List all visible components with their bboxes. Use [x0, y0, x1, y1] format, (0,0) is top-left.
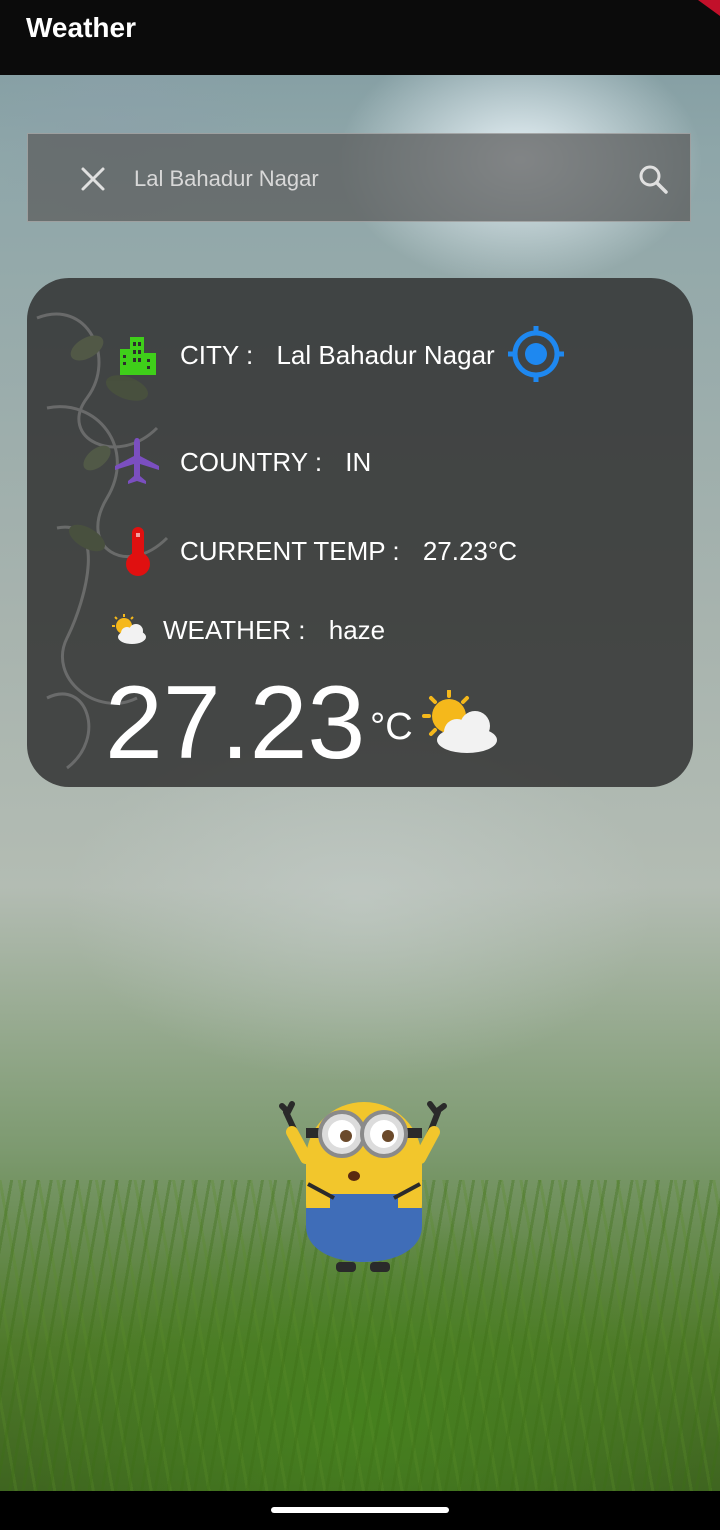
system-navigation-bar — [0, 1491, 720, 1530]
debug-banner-corner — [698, 0, 720, 16]
thermometer-icon — [126, 527, 150, 576]
country-label: COUNTRY : — [180, 447, 323, 477]
temp-value: 27.23°C — [422, 536, 518, 566]
minion-illustration — [279, 1101, 447, 1272]
temperature-unit: °C — [370, 706, 413, 748]
country-row: COUNTRY : IN — [180, 447, 371, 478]
temp-label: CURRENT TEMP : — [180, 536, 400, 566]
search-icon[interactable] — [636, 162, 670, 196]
close-icon[interactable] — [78, 164, 108, 194]
weather-value: haze — [328, 615, 386, 645]
weather-card: CITY : Lal Bahadur Nagar COUNTRY : IN CU… — [27, 278, 693, 787]
airplane-icon — [115, 438, 159, 484]
home-indicator[interactable] — [271, 1507, 449, 1513]
search-bar — [27, 133, 691, 222]
temp-row: CURRENT TEMP : 27.23°C — [180, 536, 517, 567]
sun-behind-cloud-icon — [422, 690, 497, 753]
sun-behind-cloud-icon — [112, 614, 146, 644]
city-label: CITY : — [180, 340, 254, 370]
app-bar: Weather — [0, 0, 720, 75]
search-input[interactable] — [132, 156, 636, 202]
city-value: Lal Bahadur Nagar — [276, 340, 495, 370]
big-temperature: 27.23 — [105, 665, 366, 781]
country-value: IN — [345, 447, 372, 477]
weather-label: WEATHER : — [163, 615, 306, 645]
gps-target-icon[interactable] — [506, 324, 566, 384]
app-title: Weather — [26, 12, 136, 43]
city-row: CITY : Lal Bahadur Nagar — [180, 340, 495, 371]
weather-row: WEATHER : haze — [163, 615, 385, 646]
building-icon — [120, 337, 156, 375]
